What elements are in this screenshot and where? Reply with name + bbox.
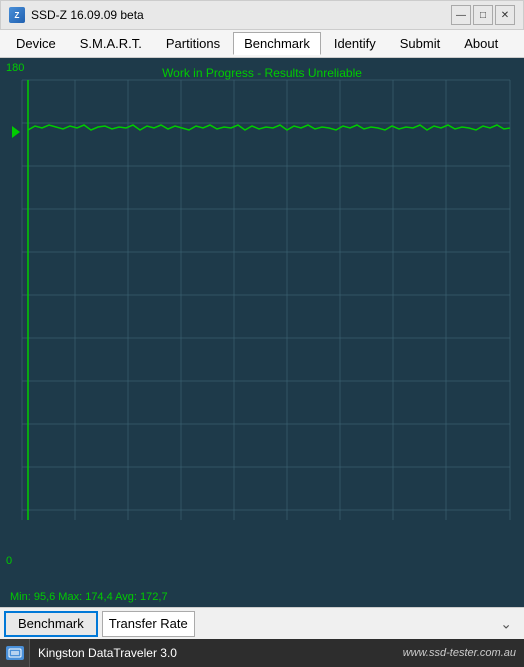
minimize-button[interactable]: — [451,5,471,25]
menu-submit[interactable]: Submit [389,32,451,55]
menu-smart[interactable]: S.M.A.R.T. [69,32,153,55]
menu-device[interactable]: Device [5,32,67,55]
benchmark-button[interactable]: Benchmark [4,611,98,637]
title-bar: Z SSD-Z 16.09.09 beta — □ ✕ [0,0,524,30]
benchmark-chart [0,58,524,587]
window-title: SSD-Z 16.09.09 beta [31,8,144,22]
title-bar-left: Z SSD-Z 16.09.09 beta [9,7,144,23]
stats-bar: Min: 95,6 Max: 174,4 Avg: 172,7 [0,587,524,607]
bottom-controls: Benchmark Transfer Rate [0,607,524,639]
menu-about[interactable]: About [453,32,509,55]
device-name: Kingston DataTraveler 3.0 [30,646,395,660]
close-button[interactable]: ✕ [495,5,515,25]
stats-text: Min: 95,6 Max: 174,4 Avg: 172,7 [10,591,168,603]
menu-identify[interactable]: Identify [323,32,387,55]
website-url: www.ssd-tester.com.au [395,647,524,659]
status-bar: Kingston DataTraveler 3.0 www.ssd-tester… [0,639,524,667]
status-icon-area [0,639,30,667]
maximize-button[interactable]: □ [473,5,493,25]
chart-area: Work in Progress - Results Unreliable 18… [0,58,524,587]
menu-benchmark[interactable]: Benchmark [233,32,321,55]
menu-bar: Device S.M.A.R.T. Partitions Benchmark I… [0,30,524,58]
type-select-wrapper: Transfer Rate [102,611,520,637]
app-icon: Z [9,7,25,23]
window-controls: — □ ✕ [451,5,515,25]
type-select[interactable]: Transfer Rate [102,611,195,637]
y-axis-bottom-label: 0 [6,555,12,567]
chart-container: Work in Progress - Results Unreliable 18… [0,58,524,587]
device-icon [6,646,24,660]
menu-partitions[interactable]: Partitions [155,32,231,55]
